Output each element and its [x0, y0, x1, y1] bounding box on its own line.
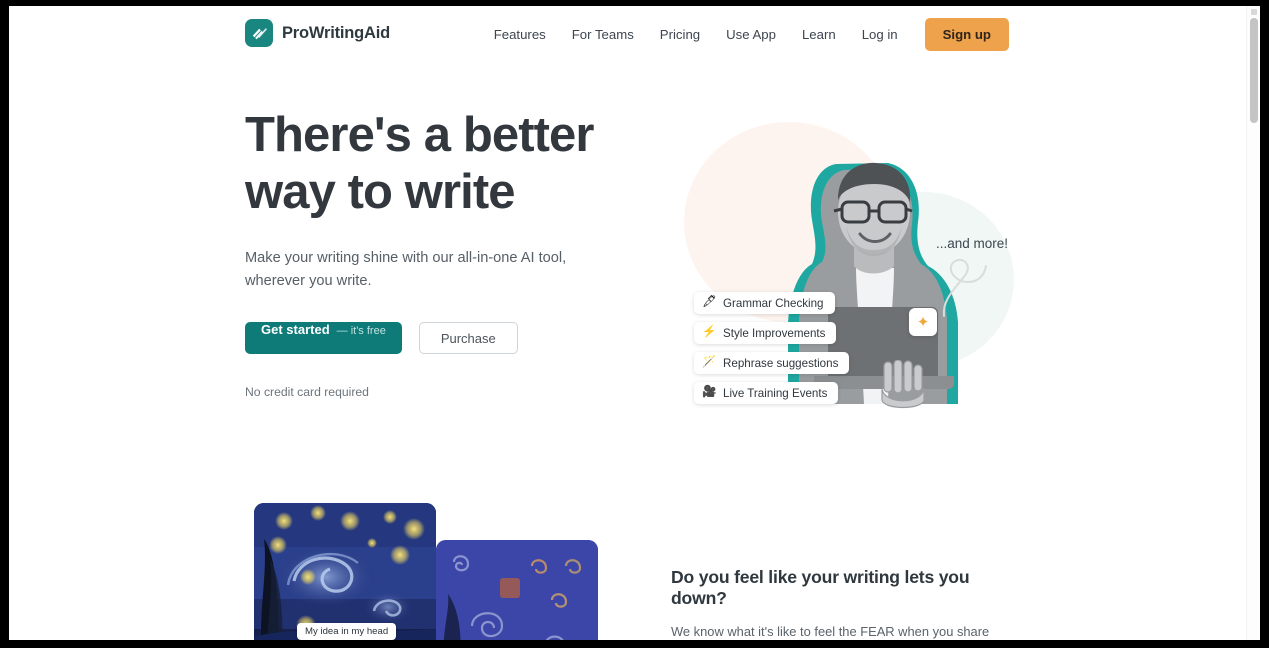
hero-illustration: ✦ ...and more! 🖋 Grammar Checking ⚡ Styl… [664, 102, 1064, 447]
site-header: ProWritingAid Features For Teams Pricing… [9, 6, 1246, 62]
browser-viewport: ProWritingAid Features For Teams Pricing… [0, 0, 1269, 648]
and-more-pointer-icon [942, 258, 987, 317]
and-more-label: ...and more! [936, 236, 1009, 251]
nav-link-learn[interactable]: Learn [789, 19, 849, 50]
nav-link-for-teams[interactable]: For Teams [559, 19, 647, 50]
nav-link-pricing[interactable]: Pricing [647, 19, 713, 50]
quill-pen-icon: 🖋 [702, 296, 717, 309]
flat-starry-night-image [436, 540, 598, 648]
magic-wand-icon: 🪄 [702, 356, 717, 369]
feature-chip-grammar-checking: 🖋 Grammar Checking [694, 292, 835, 314]
purchase-button[interactable]: Purchase [418, 322, 518, 354]
nav-link-features[interactable]: Features [481, 19, 559, 50]
hero-cta-group: Get started — it's free Purchase [245, 322, 605, 354]
hero-title-line-1: There's a better [245, 108, 594, 162]
writing-lets-you-down-section: Do you feel like your writing lets you d… [9, 462, 1246, 648]
sign-up-button[interactable]: Sign up [924, 18, 1009, 51]
brand-logo[interactable]: ProWritingAid [245, 19, 390, 47]
page-content: ProWritingAid Features For Teams Pricing… [9, 6, 1260, 648]
nav-link-log-in[interactable]: Log in [849, 19, 911, 50]
film-camera-icon: 🎥 [702, 386, 717, 399]
scrollbar-thumb[interactable] [1250, 18, 1258, 123]
scrollbar-up-arrow-icon[interactable] [1251, 9, 1257, 15]
nav-link-use-app[interactable]: Use App [713, 19, 789, 50]
feature-chip-list: 🖋 Grammar Checking ⚡ Style Improvements … [694, 292, 850, 404]
vertical-scrollbar[interactable] [1246, 6, 1260, 648]
hands-illustration [881, 360, 925, 409]
feature-chip-style-improvements: ⚡ Style Improvements [694, 322, 837, 344]
no-credit-card-note: No credit card required [245, 385, 369, 399]
section-two-title: Do you feel like your writing lets you d… [671, 567, 970, 608]
hero-copy: There's a better way to write Make your … [245, 107, 605, 399]
hero-title-line-2: way to write [245, 165, 516, 219]
get-started-label: Get started [261, 322, 330, 337]
section-two-copy: Do you feel like your writing lets you d… [671, 567, 1023, 648]
prowritingaid-logo-icon [245, 19, 273, 47]
page-title: There's a better way to write [245, 107, 605, 221]
get-started-note: — it's free [336, 325, 386, 337]
hero-subtitle: Make your writing shine with our all-in-… [245, 250, 567, 289]
hero-section: There's a better way to write Make your … [9, 62, 1246, 462]
feature-chip-rephrase-suggestions: 🪄 Rephrase suggestions [694, 352, 850, 374]
viewport-bottom-edge [9, 640, 1260, 648]
lightning-bolt-icon: ⚡ [702, 326, 717, 339]
image-caption-my-idea: My idea in my head [297, 623, 397, 640]
main-navigation: Features For Teams Pricing Use App Learn… [481, 18, 1009, 51]
feature-chip-live-training-events: 🎥 Live Training Events [694, 382, 839, 404]
brand-name: ProWritingAid [282, 23, 391, 42]
get-started-button[interactable]: Get started — it's free [245, 322, 402, 354]
